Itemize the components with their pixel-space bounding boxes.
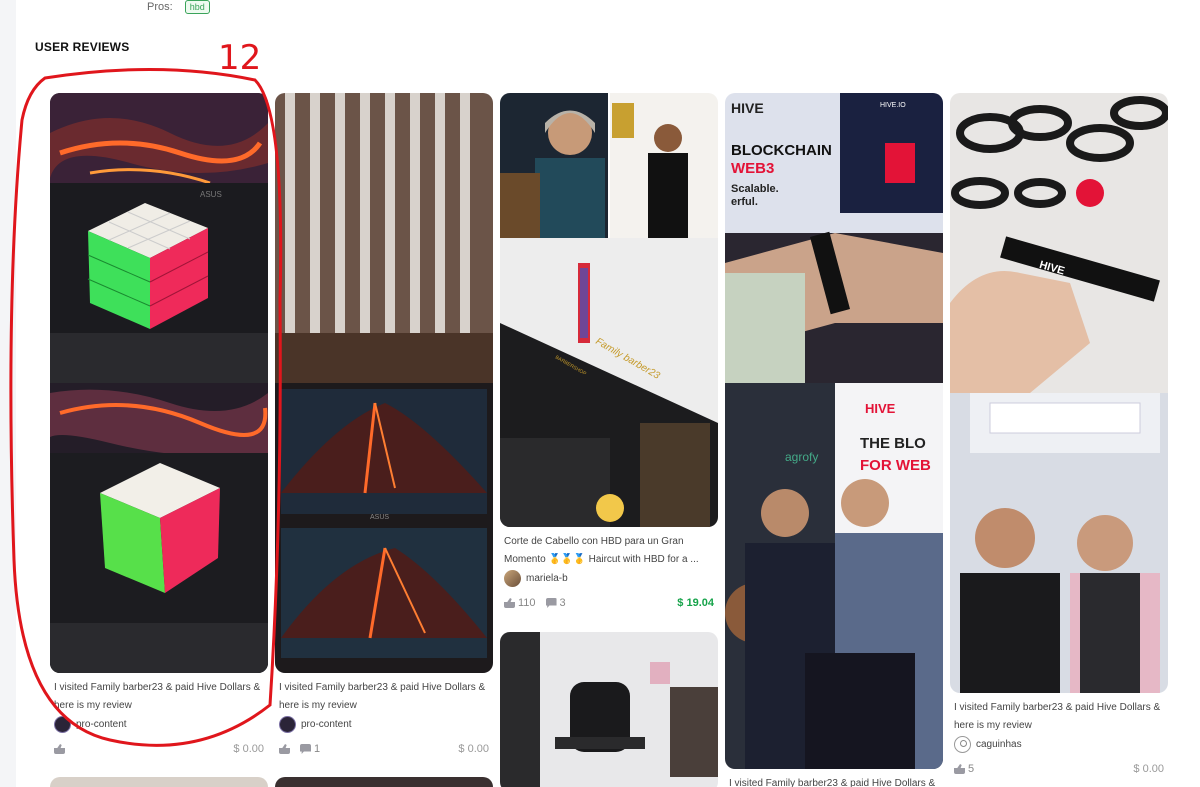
review-image[interactable] xyxy=(275,777,493,787)
like-button[interactable] xyxy=(279,744,290,754)
review-card[interactable]: HIVE I visited Family barber23 & paid Hi… xyxy=(950,93,1168,775)
asus-logo: ASUS xyxy=(200,190,222,199)
comment-button[interactable]: 1 xyxy=(300,743,320,755)
review-image[interactable] xyxy=(500,632,718,787)
review-title[interactable]: I visited Family barber23 & paid Hive Do… xyxy=(275,679,493,715)
avatar xyxy=(54,716,71,733)
review-card[interactable] xyxy=(275,777,493,787)
thumbs-up-icon xyxy=(54,744,65,754)
thumbs-up-icon xyxy=(279,744,290,754)
author[interactable]: pro-content xyxy=(50,716,268,733)
blockchain-text: BLOCKCHAIN xyxy=(731,142,832,159)
pros-row: Pros: hbd xyxy=(147,0,210,14)
comment-button[interactable]: 3 xyxy=(545,597,566,609)
like-button[interactable] xyxy=(54,744,68,754)
author[interactable]: caguinhas xyxy=(950,736,1168,753)
review-card[interactable]: ASUS I visited Family barber23 & paid Hi… xyxy=(275,93,493,755)
barber-chair-photo xyxy=(500,632,718,787)
card-stats: 1 $ 0.00 xyxy=(275,743,493,755)
author[interactable]: mariela-b xyxy=(500,570,718,587)
hive-wristband-photo: HIVE xyxy=(950,93,1168,693)
review-title[interactable]: Corte de Cabello con HBD para un Gran Mo… xyxy=(500,533,718,569)
asus-logo: ASUS xyxy=(370,514,389,521)
rubiks-cube-photo: ASUS xyxy=(50,93,268,673)
like-button[interactable]: 5 xyxy=(954,763,974,775)
review-image[interactable]: HIVE HIVE.IO BLOCKCHAIN WEB3 Scalable. e… xyxy=(725,93,943,769)
like-button[interactable]: 110 xyxy=(504,597,536,609)
card-stats: $ 0.00 xyxy=(50,743,268,755)
review-image[interactable] xyxy=(50,777,268,787)
thumbs-up-icon xyxy=(954,764,965,774)
comment-icon xyxy=(300,744,311,754)
pros-label: Pros: xyxy=(147,1,173,13)
barbershop-photo: Family barber23 BARBERSHOP xyxy=(500,93,718,527)
payout-value: $ 19.04 xyxy=(677,597,714,609)
avatar xyxy=(504,570,521,587)
for-web3-text: FOR WEB xyxy=(860,457,931,474)
review-image[interactable]: Family barber23 BARBERSHOP xyxy=(500,93,718,527)
payout-value: $ 0.00 xyxy=(233,743,264,755)
review-card[interactable] xyxy=(50,777,268,787)
card-stats: 5 $ 0.00 xyxy=(950,763,1168,775)
powerful-text: erful. xyxy=(731,196,758,208)
avatar xyxy=(279,716,296,733)
review-image[interactable]: ASUS xyxy=(275,93,493,673)
hive-io-text: HIVE.IO xyxy=(880,102,906,109)
agrofy-text: agrofy xyxy=(785,450,818,464)
section-title: USER REVIEWS xyxy=(35,40,130,54)
review-image[interactable]: ASUS xyxy=(50,93,268,673)
author-name: caguinhas xyxy=(976,739,1022,750)
hive-text: HIVE xyxy=(731,100,764,116)
review-title[interactable]: I visited Family barber23 & paid Hive Do… xyxy=(725,775,943,787)
scalable-text: Scalable. xyxy=(731,183,779,195)
review-title[interactable]: I visited Family barber23 & paid Hive Do… xyxy=(950,699,1168,735)
volcano-monitor-photo: ASUS xyxy=(275,93,493,673)
the-blockchain-text: THE BLO xyxy=(860,435,926,452)
review-card[interactable]: ASUS I visited Family barber23 & paid Hi… xyxy=(50,93,268,755)
author-name: pro-content xyxy=(76,719,127,730)
author[interactable]: pro-content xyxy=(275,716,493,733)
web3-text: WEB3 xyxy=(731,160,774,177)
payout-value: $ 0.00 xyxy=(1133,763,1164,775)
hive-text: HIVE xyxy=(865,401,896,416)
review-card[interactable] xyxy=(500,632,718,787)
review-title[interactable]: I visited Family barber23 & paid Hive Do… xyxy=(50,679,268,715)
payout-value: $ 0.00 xyxy=(458,743,489,755)
page: Pros: hbd USER REVIEWS ASUS I visited Fa… xyxy=(0,0,1200,787)
author-name: pro-content xyxy=(301,719,352,730)
review-image[interactable]: HIVE xyxy=(950,93,1168,693)
comment-icon xyxy=(545,598,557,608)
card-stats: 110 3 $ 19.04 xyxy=(500,597,718,609)
review-card[interactable]: Family barber23 BARBERSHOP Corte de Cabe… xyxy=(500,93,718,609)
pros-tag-hbd[interactable]: hbd xyxy=(184,0,210,14)
review-card[interactable]: HIVE HIVE.IO BLOCKCHAIN WEB3 Scalable. e… xyxy=(725,93,943,787)
thumbs-up-icon xyxy=(504,598,515,608)
hive-event-photo: HIVE HIVE.IO BLOCKCHAIN WEB3 Scalable. e… xyxy=(725,93,943,769)
avatar xyxy=(954,736,971,753)
author-name: mariela-b xyxy=(526,573,568,584)
